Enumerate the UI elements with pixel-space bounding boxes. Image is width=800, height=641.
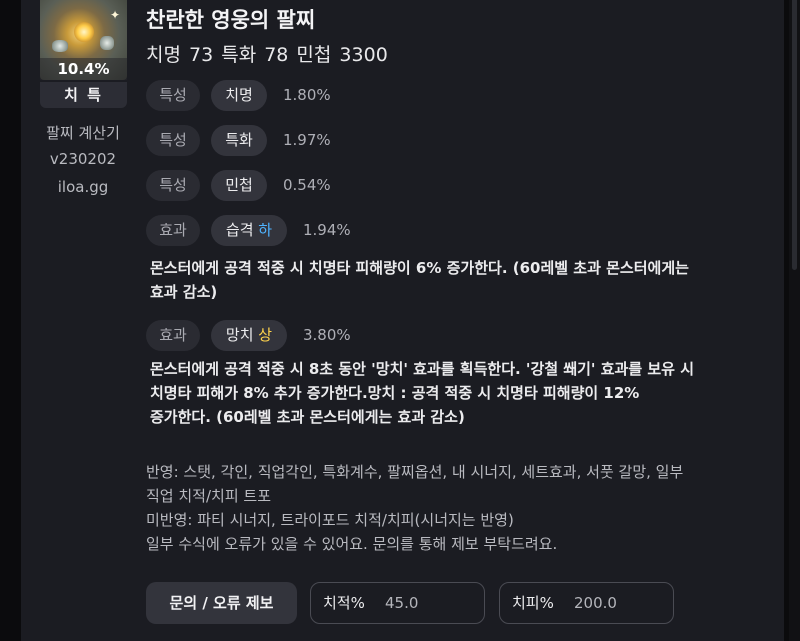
effect-value: 0.54% <box>283 176 331 194</box>
crit-rate-label: 치적% <box>323 594 365 612</box>
effect-name-with-level: 망치 상 <box>211 320 287 351</box>
effect-description: 몬스터에게 공격 적중 시 8초 동안 '망치' 효과를 획득한다. '강철 쐐… <box>150 357 765 429</box>
effect-level-low: 하 <box>258 221 273 239</box>
note-line: 일부 수식에 오류가 있을 수 있어요. 문의를 통해 제보 부탁드려요. <box>146 535 558 553</box>
description-line: 효과 감소) <box>150 283 218 301</box>
crit-damage-label: 치피% <box>512 594 554 612</box>
note-line: 미반영: 파티 시너지, 트라이포드 치적/치피(시너지는 반영) <box>146 511 514 529</box>
site-link[interactable]: iloa.gg <box>33 178 133 196</box>
gem-icon <box>52 40 68 52</box>
sparkle-icon: ✦ <box>110 8 121 22</box>
calculation-notes: 반영: 스탯, 각인, 직업각인, 특화계수, 팔찌옵션, 내 시너지, 세트효… <box>146 460 766 556</box>
effect-value: 3.80% <box>303 326 351 344</box>
description-line: 몬스터에게 공격 적중 시 치명타 피해량이 6% 증가한다. (60레벨 초과… <box>150 259 689 277</box>
effect-category: 특성 <box>146 125 200 156</box>
description-line: 치명타 피해가 8% 추가 증가한다.망치 : 공격 적중 시 치명타 피해량이… <box>150 384 640 402</box>
gem-icon <box>74 22 94 42</box>
effect-name: 망치 <box>225 326 254 344</box>
effect-description: 몬스터에게 공격 적중 시 치명타 피해량이 6% 증가한다. (60레벨 초과… <box>150 256 765 304</box>
effect-level-high: 상 <box>258 326 273 344</box>
report-error-button[interactable]: 문의 / 오류 제보 <box>146 582 297 624</box>
gem-icon <box>100 36 114 50</box>
effect-name: 민첩 <box>211 170 267 201</box>
effect-name: 특화 <box>211 125 267 156</box>
description-line: 몬스터에게 공격 적중 시 8초 동안 '망치' 효과를 획득한다. '강철 쐐… <box>150 360 694 378</box>
note-line: 직업 치적/치피 트포 <box>146 487 271 505</box>
description-line: 증가한다. (60레벨 초과 몬스터에게는 효과 감소) <box>150 408 465 426</box>
effect-value: 1.94% <box>303 221 351 239</box>
item-percent-badge: 10.4% <box>40 58 127 80</box>
crit-damage-input[interactable]: 200.0 <box>574 583 617 623</box>
scrollbar-thumb[interactable] <box>792 0 797 270</box>
scrollbar[interactable] <box>789 0 800 641</box>
crit-rate-field[interactable]: 치적% 45.0 <box>310 582 485 624</box>
effect-category: 효과 <box>146 320 200 351</box>
effect-value: 1.97% <box>283 131 331 149</box>
effect-name: 치명 <box>211 80 267 111</box>
app-version: v230202 <box>49 150 117 168</box>
effect-name-with-level: 습격 하 <box>211 215 287 246</box>
effect-value: 1.80% <box>283 86 331 104</box>
item-role-tag: 치 특 <box>40 82 127 108</box>
effect-category: 효과 <box>146 215 200 246</box>
crit-rate-input[interactable]: 45.0 <box>385 583 418 623</box>
effect-name: 습격 <box>225 221 254 239</box>
app-name: 팔찌 계산기 <box>46 124 120 142</box>
effect-category: 특성 <box>146 170 200 201</box>
item-stats: 치명 73 특화 78 민첩 3300 <box>146 44 388 66</box>
item-title: 찬란한 영웅의 팔찌 <box>146 8 316 32</box>
effect-category: 특성 <box>146 80 200 111</box>
crit-damage-field[interactable]: 치피% 200.0 <box>499 582 674 624</box>
note-line: 반영: 스탯, 각인, 직업각인, 특화계수, 팔찌옵션, 내 시너지, 세트효… <box>146 463 684 481</box>
